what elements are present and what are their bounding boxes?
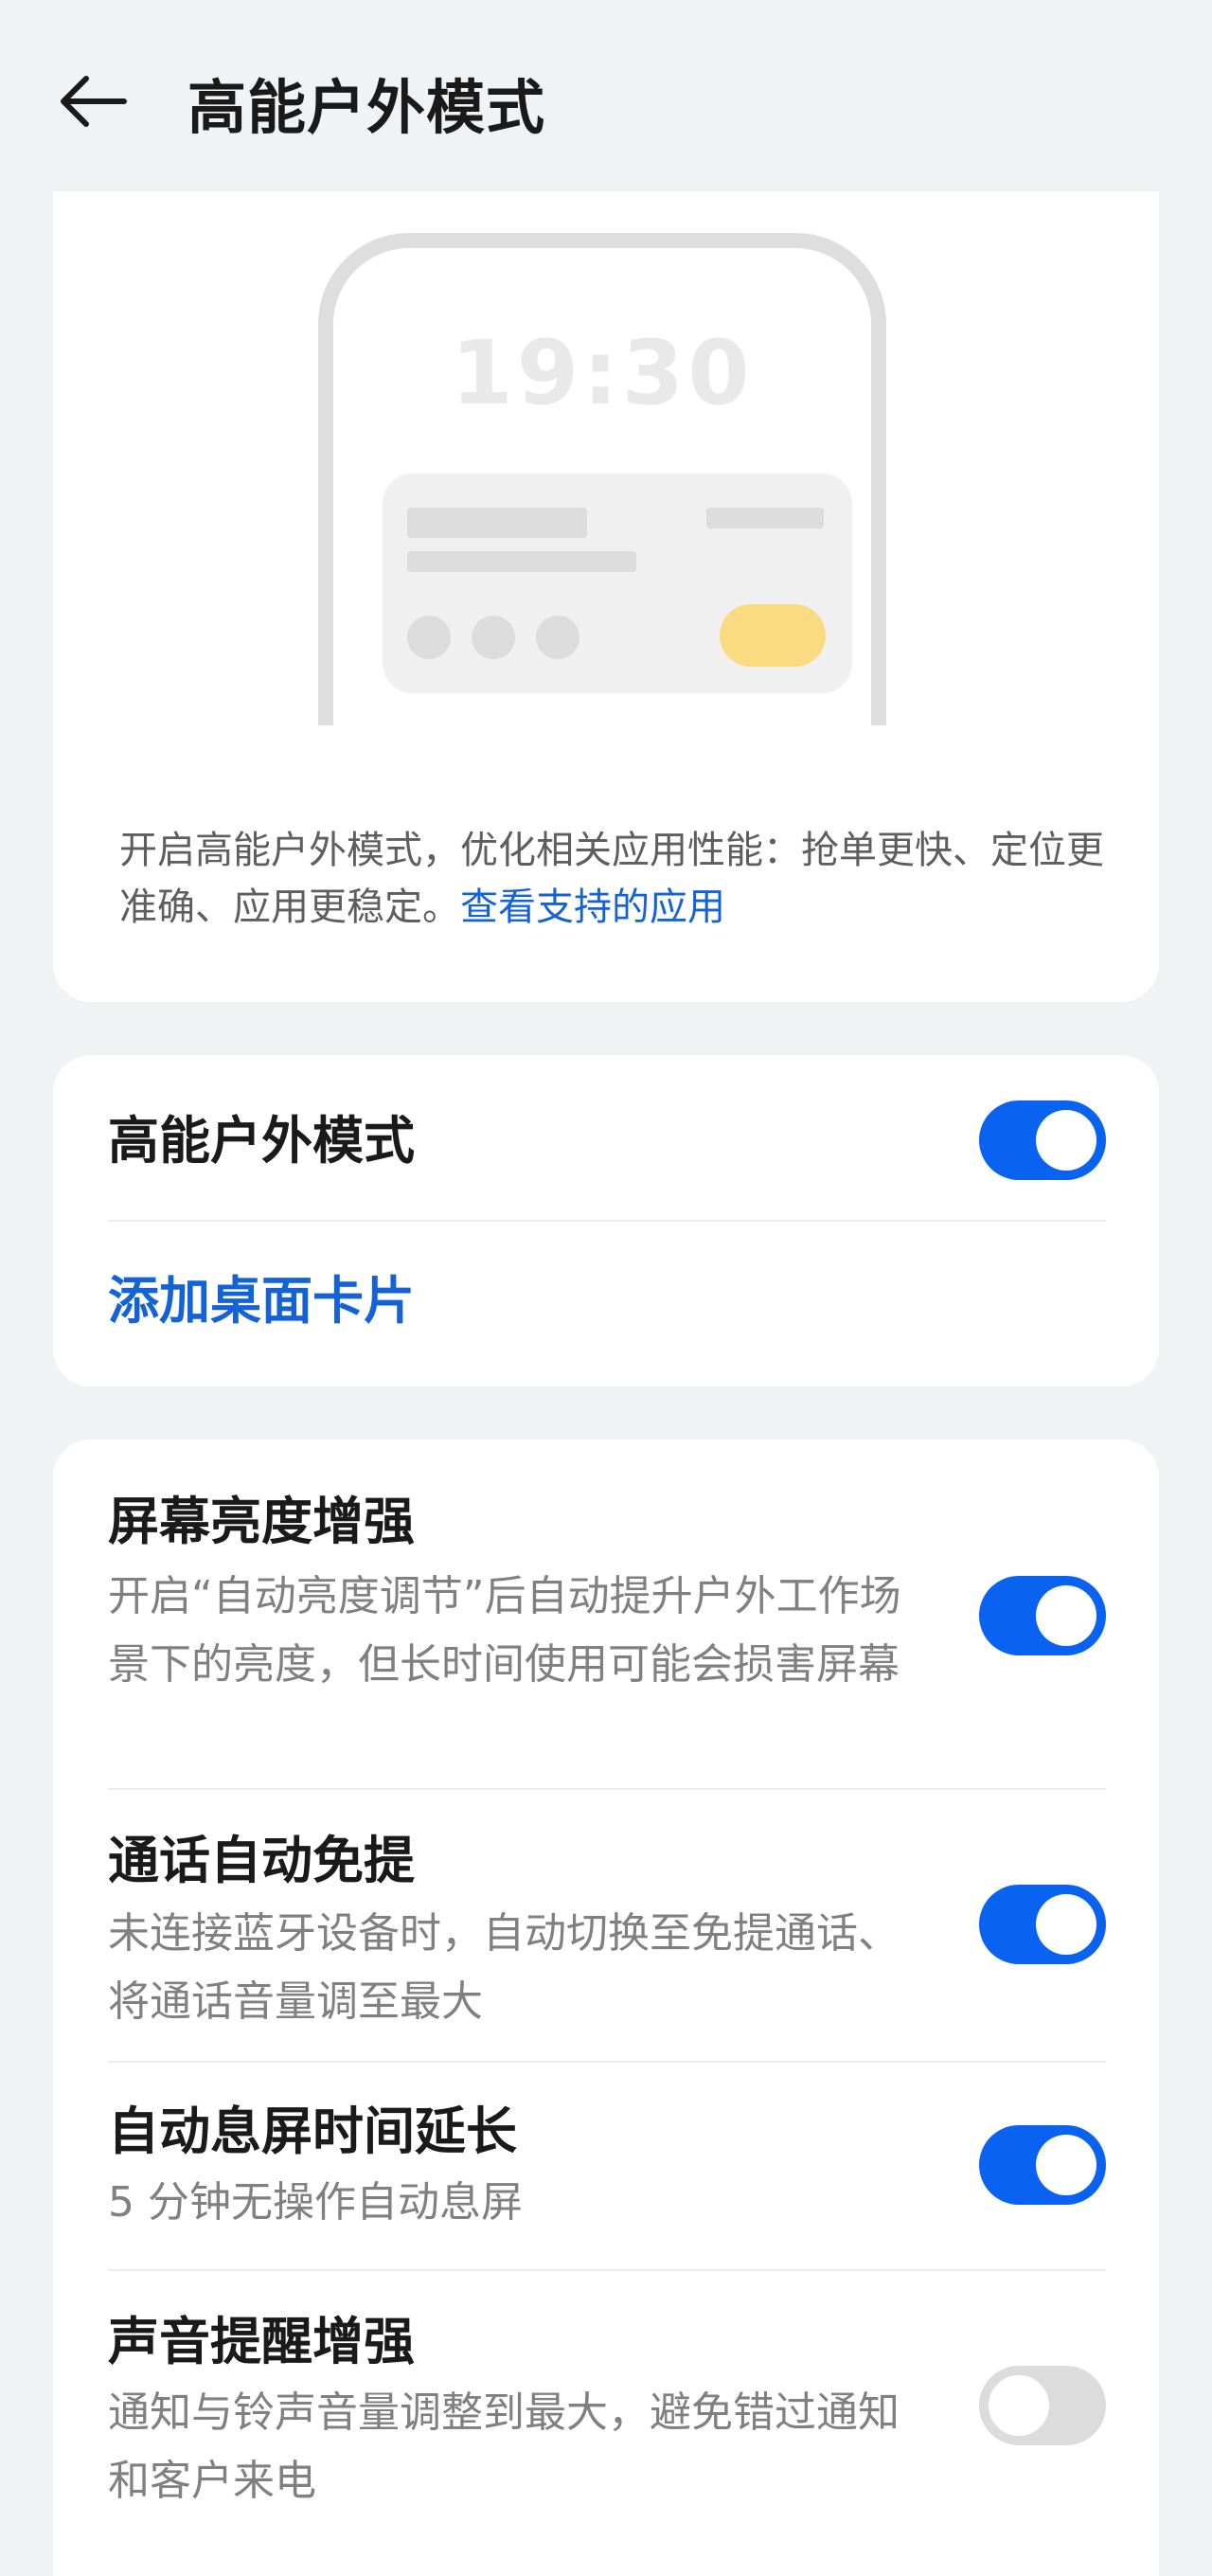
back-button[interactable]: [49, 59, 134, 144]
setting-desc-sound-alert: 通知与铃声音量调整到最大，避免错过通知和客户来电: [108, 2388, 900, 2505]
illustration-clock: 19:30: [451, 322, 754, 425]
app-header: 高能户外模式: [0, 0, 1212, 189]
main-toggle-switch[interactable]: [979, 1100, 1106, 1180]
setting-title-screen-timeout: 自动息屏时间延长: [108, 2102, 517, 2161]
screen-timeout-toggle[interactable]: [979, 2125, 1106, 2205]
setting-title-brightness: 屏幕亮度增强: [108, 1492, 415, 1551]
handsfree-toggle[interactable]: [979, 1885, 1106, 1964]
divider: [108, 1788, 1106, 1790]
add-desktop-card-link[interactable]: 添加桌面卡片: [108, 1268, 415, 1334]
illustration-card: [383, 474, 852, 693]
intro-description: 开启高能户外模式，优化相关应用性能：抢单更快、定位更准确、应用更稳定。查看支持的…: [119, 822, 1123, 936]
setting-desc-brightness: 开启“自动亮度调节”后自动提升户外工作场景下的亮度，但长时间使用可能会损害屏幕: [108, 1572, 901, 1689]
illustration-bar: [407, 508, 587, 538]
main-toggle-label: 高能户外模式: [108, 1111, 415, 1171]
brightness-toggle[interactable]: [979, 1576, 1106, 1655]
divider: [108, 2269, 1106, 2271]
supported-apps-link[interactable]: 查看支持的应用: [460, 886, 725, 929]
illustration-dot: [407, 616, 451, 659]
illustration-bar: [706, 508, 824, 528]
toggle-knob: [1036, 2135, 1096, 2195]
divider: [108, 1220, 1106, 1222]
illustration-dot: [536, 616, 579, 659]
arrow-left-icon: [61, 76, 127, 127]
toggle-knob: [989, 2375, 1049, 2436]
intro-card: 19:30 开启高能户外模式，优化相关应用性能：抢单更快、定位更准确、应用更稳定…: [53, 191, 1159, 1002]
sound-alert-toggle[interactable]: [979, 2366, 1106, 2445]
setting-desc-screen-timeout: 5 分钟无操作自动息屏: [108, 2178, 523, 2227]
toggle-knob: [1036, 1894, 1096, 1955]
illustration-pill: [720, 604, 826, 667]
illustration-bar: [407, 551, 636, 572]
setting-desc-handsfree: 未连接蓝牙设备时，自动切换至免提通话、将通话音量调至最大: [108, 1909, 900, 2026]
phone-illustration: 19:30: [318, 233, 886, 725]
settings-card: 屏幕亮度增强 开启“自动亮度调节”后自动提升户外工作场景下的亮度，但长时间使用可…: [53, 1440, 1159, 2576]
setting-title-handsfree: 通话自动免提: [108, 1831, 415, 1890]
main-toggle-card: 高能户外模式 添加桌面卡片: [53, 1055, 1159, 1386]
toggle-knob: [1036, 1110, 1096, 1171]
page-title: 高能户外模式: [187, 73, 546, 142]
toggle-knob: [1036, 1585, 1096, 1646]
illustration-dot: [472, 616, 515, 659]
setting-title-sound-alert: 声音提醒增强: [108, 2312, 415, 2371]
divider: [108, 2061, 1106, 2063]
